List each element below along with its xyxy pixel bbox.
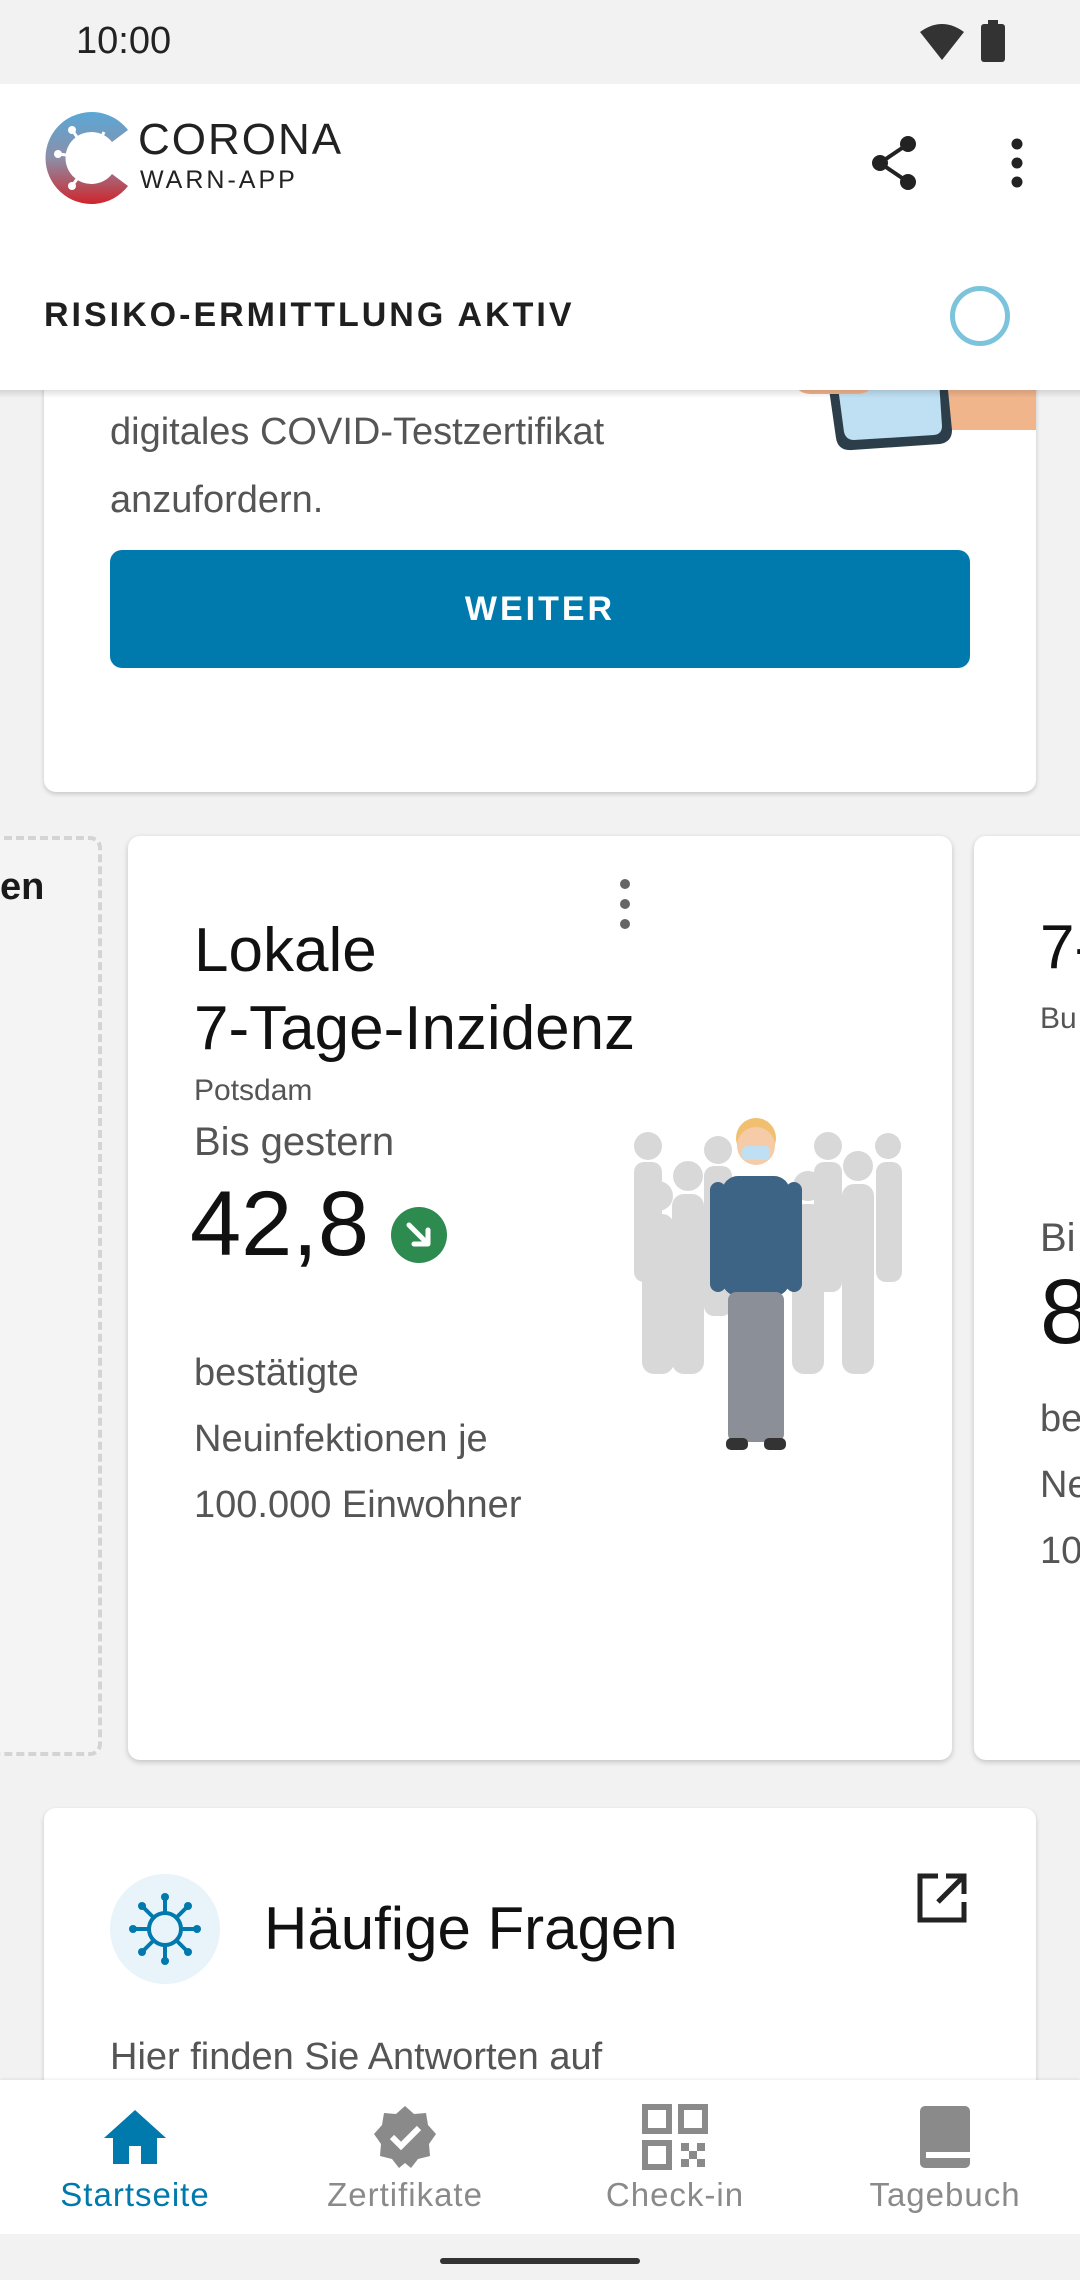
incidence-description: bestätigte Neuinfektionen je 100.000 Ein… (194, 1352, 522, 1526)
incidence-title-line1: Lokale (194, 916, 377, 985)
certificate-card-text: digitales COVID-Testzertifikat anzuforde… (110, 411, 605, 521)
nav-label: Tagebuch (869, 2176, 1021, 2213)
wifi-icon (920, 24, 964, 60)
test-certificate-card: digitales COVID-Testzertifikat anzuforde… (44, 390, 1036, 792)
next-statistic-description: be Ne 10 (1040, 1386, 1080, 1584)
more-vert-icon[interactable] (612, 876, 638, 932)
local-incidence-card[interactable]: Lokale 7-Tage-Inzidenz Potsdam Bis geste… (128, 836, 952, 1760)
incidence-location: Potsdam (194, 1074, 313, 1107)
incidence-value: 42,8 (190, 1173, 370, 1275)
nav-label: Check-in (605, 2176, 745, 2213)
home-content[interactable]: digitales COVID-Testzertifikat anzuforde… (0, 390, 1080, 2080)
phone-hand-illustration (798, 390, 1036, 451)
continue-button[interactable]: WEITER (110, 550, 970, 668)
faq-card[interactable]: Häufige Fragen Hier finden Sie Antworten… (44, 1808, 1036, 2080)
incidence-title-line2: 7-Tage-Inzidenz (194, 994, 636, 1063)
add-statistic-card[interactable] (0, 836, 102, 1756)
next-statistic-subtitle: Bu (1040, 1002, 1077, 1035)
open-external-icon[interactable] (914, 1870, 970, 1926)
book-icon (920, 2106, 970, 2168)
next-statistic-desc-line: Ne (1040, 1464, 1080, 1506)
virus-icon (110, 1874, 220, 1984)
nav-item-zertifikate[interactable]: Zertifikate (270, 2080, 540, 2234)
incidence-period: Bis gestern (194, 1120, 395, 1164)
next-statistic-desc-line: 10 (1040, 1530, 1080, 1572)
faq-title: Häufige Fragen (264, 1895, 678, 1962)
home-icon (104, 2110, 166, 2164)
qr-code-icon (642, 2104, 708, 2170)
next-statistic-title: 7- (1040, 913, 1080, 982)
next-statistic-card[interactable]: 7- Bu Bi 8 be Ne 10 (974, 836, 1080, 1760)
faq-description: Hier finden Sie Antworten auf (110, 2036, 603, 2078)
logo-subtitle: WARN-APP (140, 166, 298, 194)
corona-warn-app-logo-icon (45, 111, 129, 204)
risk-status-label[interactable]: RISIKO-ERMITTLUNG AKTIV (44, 296, 575, 335)
system-gesture-bar (0, 2234, 1080, 2280)
bottom-navigation: Startseite Zertifikate Check-in Tagebuch (0, 2080, 1080, 2234)
add-statistic-label: en (0, 866, 45, 908)
next-statistic-desc-line: be (1040, 1398, 1080, 1440)
next-statistic-period: Bi (1040, 1216, 1076, 1260)
nav-item-startseite[interactable]: Startseite (0, 2080, 270, 2234)
masked-person-crowd-illustration (634, 1118, 902, 1450)
incidence-title: Lokale 7-Tage-Inzidenz (194, 912, 635, 1068)
next-statistic-value: 8 (1040, 1261, 1080, 1363)
more-vert-icon[interactable] (990, 130, 1044, 196)
logo-title: CORONA (138, 115, 344, 164)
nav-label: Startseite (60, 2176, 210, 2213)
header-shadow (0, 390, 1080, 398)
nav-item-check-in[interactable]: Check-in (540, 2080, 810, 2234)
risk-progress-indicator (950, 286, 1010, 346)
status-time: 10:00 (76, 20, 172, 62)
share-icon[interactable] (862, 130, 928, 196)
certificate-badge-icon (374, 2106, 436, 2168)
nav-item-tagebuch[interactable]: Tagebuch (810, 2080, 1080, 2234)
trend-down-arrow-icon (391, 1207, 447, 1263)
battery-icon (981, 20, 1005, 62)
nav-label: Zertifikate (327, 2176, 483, 2213)
home-indicator[interactable] (440, 2258, 640, 2264)
